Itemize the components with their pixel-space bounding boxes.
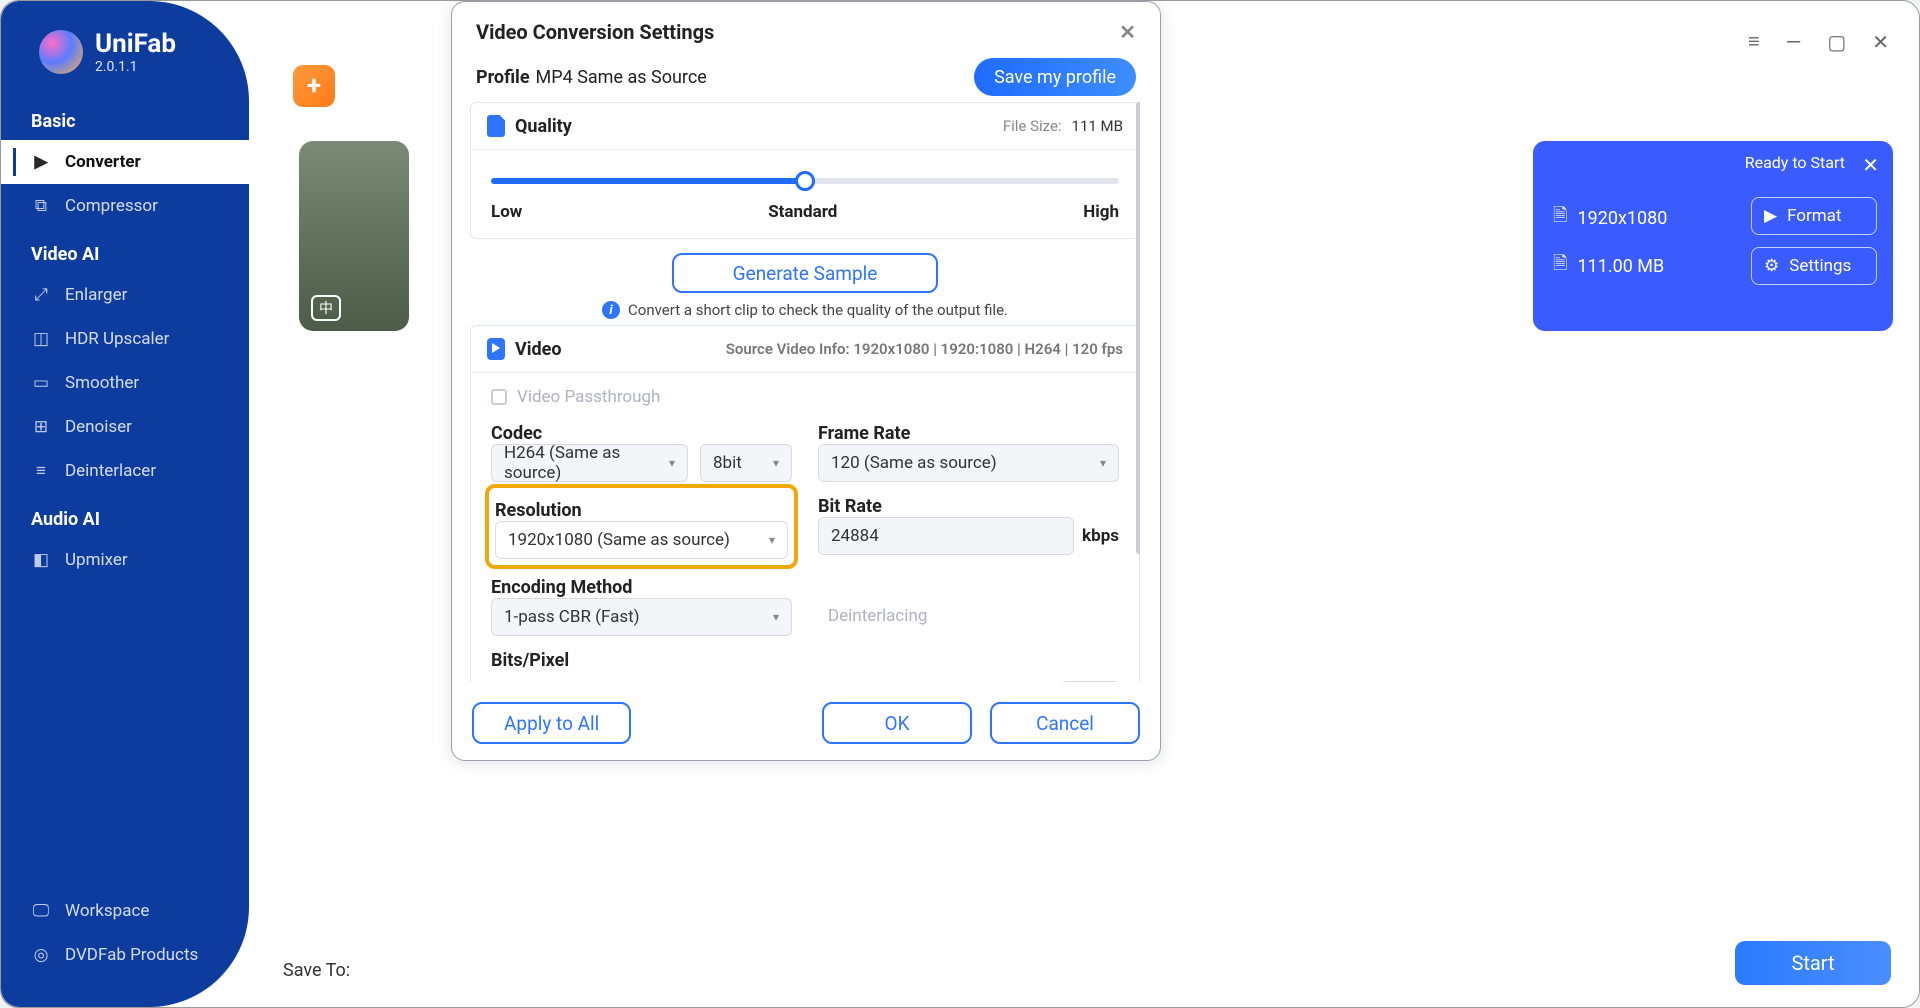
chevron-down-icon: ▾ xyxy=(773,610,779,624)
chevron-down-icon: ▾ xyxy=(669,456,675,470)
chevron-down-icon: ▾ xyxy=(773,456,779,470)
generate-sample-button[interactable]: Generate Sample xyxy=(672,253,938,293)
ok-button[interactable]: OK xyxy=(822,702,972,744)
resolution-select[interactable]: 1920x1080 (Same as source)▾ xyxy=(495,521,788,559)
source-video-info: Source Video Info: 1920x1080 | 1920:1080… xyxy=(726,340,1123,358)
modal-close-icon[interactable]: ✕ xyxy=(1119,20,1136,44)
encoding-label: Encoding Method xyxy=(491,577,792,598)
resolution-highlight: Resolution 1920x1080 (Same as source)▾ xyxy=(485,484,798,569)
codec-label: Codec xyxy=(491,423,792,444)
video-conversion-settings-modal: Video Conversion Settings ✕ ProfileMP4 S… xyxy=(451,1,1161,761)
quality-slider[interactable] xyxy=(491,178,1119,184)
apply-to-all-button[interactable]: Apply to All xyxy=(472,702,631,744)
bitdepth-select[interactable]: 8bit▾ xyxy=(700,444,792,482)
quality-standard-label: Standard xyxy=(768,202,837,222)
slider-thumb[interactable] xyxy=(795,171,815,191)
framerate-label: Frame Rate xyxy=(818,423,1119,444)
quality-low-label: Low xyxy=(491,202,522,222)
resolution-label: Resolution xyxy=(495,500,788,521)
doc-icon xyxy=(487,115,505,137)
modal-title: Video Conversion Settings xyxy=(476,20,714,44)
sample-hint: i Convert a short clip to check the qual… xyxy=(470,301,1140,325)
codec-select[interactable]: H264 (Same as source)▾ xyxy=(491,444,688,482)
framerate-select[interactable]: 120 (Same as source)▾ xyxy=(818,444,1119,482)
quality-section: Quality File Size:111 MB Low Standard Hi… xyxy=(470,102,1140,239)
bitspixel-label: Bits/Pixel xyxy=(491,650,1119,671)
chevron-down-icon: ▾ xyxy=(1100,456,1106,470)
quality-high-label: High xyxy=(1083,202,1119,222)
video-section: Video Source Video Info: 1920x1080 | 192… xyxy=(470,325,1140,682)
deinterlacing-checkbox[interactable]: Deinterlacing xyxy=(818,597,1119,635)
info-icon: i xyxy=(602,301,620,319)
chevron-down-icon: ▾ xyxy=(769,533,775,547)
bitrate-unit: kbps xyxy=(1082,526,1119,546)
video-heading: Video xyxy=(515,339,562,360)
modal-backdrop: Video Conversion Settings ✕ ProfileMP4 S… xyxy=(1,1,1919,1007)
cancel-button[interactable]: Cancel xyxy=(990,702,1140,744)
save-profile-button[interactable]: Save my profile xyxy=(974,58,1136,96)
bitrate-input[interactable]: 24884 xyxy=(818,517,1074,555)
video-icon xyxy=(487,338,505,360)
checkbox-icon xyxy=(491,389,507,405)
encoding-select[interactable]: 1-pass CBR (Fast)▾ xyxy=(491,598,792,636)
video-passthrough-checkbox[interactable]: Video Passthrough xyxy=(491,387,1119,407)
bitspixel-input[interactable]: 0.13▲▼ xyxy=(1061,681,1119,682)
profile-label: ProfileMP4 Same as Source xyxy=(476,67,707,88)
bitrate-label: Bit Rate xyxy=(818,496,1119,517)
filesize-readout: File Size:111 MB xyxy=(1003,117,1123,135)
quality-heading: Quality xyxy=(515,116,572,137)
